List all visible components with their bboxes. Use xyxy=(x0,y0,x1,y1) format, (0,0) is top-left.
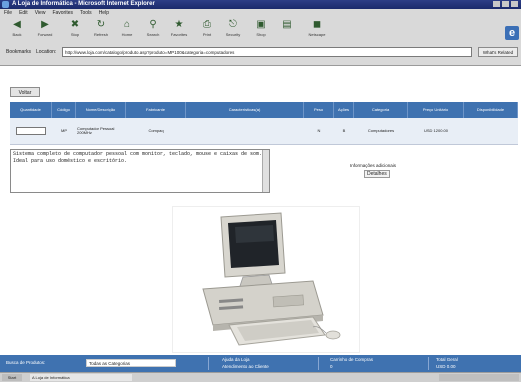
taskbar-window-button[interactable]: A Loja de Informática xyxy=(30,374,132,381)
netscape-icon: ◼ xyxy=(312,19,322,30)
browser-logo-icon: e xyxy=(505,26,519,40)
stop-icon: ✖ xyxy=(70,19,80,30)
search-icon: ⚲ xyxy=(149,19,157,30)
minimize-icon[interactable] xyxy=(493,1,500,7)
menu-file[interactable]: File xyxy=(4,10,12,16)
additional-info-panel: Informações adicionais Detalhes xyxy=(310,149,518,193)
customer-service-link[interactable]: Atendimento ao Cliente xyxy=(222,364,269,369)
back-page-button[interactable]: Voltar xyxy=(10,87,40,97)
specs-cell xyxy=(186,118,304,144)
page-icon: ▤ xyxy=(282,19,292,30)
shop-button[interactable]: ▣ Shop xyxy=(250,18,272,39)
stop-button[interactable]: ✖ Stop xyxy=(64,18,86,39)
forward-arrow-icon: ▶ xyxy=(41,19,49,30)
col-header-name: Nome/Descrição xyxy=(76,102,126,118)
product-description-textarea[interactable]: Sistema completo de computador pessoal c… xyxy=(10,149,270,193)
window-title: A Loja de Informática - Microsoft Intern… xyxy=(12,1,155,7)
back-button[interactable]: ◀ Back xyxy=(6,18,28,39)
netscape-button[interactable]: ◼ Netscape xyxy=(306,18,328,39)
forward-button[interactable]: ▶ Forward xyxy=(34,18,56,39)
window-title-bar: A Loja de Informática - Microsoft Intern… xyxy=(0,0,521,9)
product-table-header: Quantidade Código Nome/Descrição Fabrica… xyxy=(10,102,518,118)
manufacturer-cell: Compaq xyxy=(148,127,164,133)
col-header-specs: Características(a) xyxy=(186,102,304,118)
window-controls xyxy=(493,1,518,7)
search-products-label: Busca de Produtos: xyxy=(6,360,46,365)
browser-toolbar: ◀ Back ▶ Forward ✖ Stop ↻ Refresh ⌂ Home… xyxy=(0,16,521,42)
menu-favorites[interactable]: Favorites xyxy=(52,10,73,16)
security-button[interactable]: ⎋ Security xyxy=(222,18,244,39)
footer-divider xyxy=(318,357,319,370)
page-content: Voltar Quantidade Código Nome/Descrição … xyxy=(0,66,521,355)
desktop-computer-image xyxy=(173,207,359,352)
product-image xyxy=(172,206,360,353)
col-header-manufacturer: Fabricante xyxy=(126,102,186,118)
system-tray xyxy=(439,374,519,381)
ie-logo-icon xyxy=(2,1,9,8)
address-bar: Bookmarks Location: http://www.loja.com/… xyxy=(0,41,521,66)
details-button[interactable]: Detalhes xyxy=(364,170,390,178)
weight-cell: N xyxy=(317,127,321,133)
url-input[interactable]: http://www.loja.com/catalogo/produto.asp… xyxy=(62,47,472,57)
menu-view[interactable]: View xyxy=(35,10,46,16)
menu-bar: File Edit View Favorites Tools Help xyxy=(0,9,521,16)
refresh-button[interactable]: ↻ Refresh xyxy=(90,18,112,39)
action-cell[interactable]: B xyxy=(334,118,354,144)
table-row: MP Computador Pessoal 200MHz Compaq N B … xyxy=(10,118,518,145)
footer-divider xyxy=(428,357,429,370)
refresh-icon: ↻ xyxy=(96,19,106,30)
cart-count: 0 xyxy=(330,364,333,369)
col-header-code: Código xyxy=(52,102,76,118)
category-cell: Computadores xyxy=(367,127,395,133)
footer-divider xyxy=(208,357,209,370)
start-button[interactable]: Start xyxy=(2,374,22,381)
category-select[interactable]: Todas as Categorias xyxy=(86,359,176,367)
maximize-icon[interactable] xyxy=(502,1,509,7)
col-header-actions: Ações xyxy=(334,102,354,118)
total-label: Total Geral xyxy=(436,357,458,362)
search-button[interactable]: ⚲ Search xyxy=(142,18,164,39)
home-button[interactable]: ⌂ Home xyxy=(116,18,138,39)
back-arrow-icon: ◀ xyxy=(13,19,21,30)
shop-footer-bar: Busca de Produtos: Todas as Categorias A… xyxy=(0,355,521,372)
help-link[interactable]: Ajuda da Loja xyxy=(222,357,250,362)
description-scrollbar[interactable] xyxy=(262,150,269,192)
favorites-button[interactable]: ★ Favorites xyxy=(168,18,190,39)
extra-button[interactable]: ▤ xyxy=(276,18,298,39)
security-icon: ⎋ xyxy=(229,19,237,30)
bookmarks-label[interactable]: Bookmarks xyxy=(6,49,31,55)
quantity-input[interactable] xyxy=(16,127,46,135)
name-cell: Computador Pessoal 200MHz xyxy=(77,125,115,135)
cart-label[interactable]: Carrinho de Compras xyxy=(330,357,373,362)
menu-tools[interactable]: Tools xyxy=(80,10,92,16)
col-header-price: Preço Unitário xyxy=(408,102,464,118)
col-header-weight: Peso xyxy=(304,102,334,118)
availability-cell xyxy=(464,118,518,144)
print-icon: ⎙ xyxy=(203,19,211,30)
favorites-icon: ★ xyxy=(174,19,184,30)
description-text: Sistema completo de computador pessoal c… xyxy=(13,151,263,164)
additional-info-caption: Informações adicionais xyxy=(350,163,397,168)
menu-help[interactable]: Help xyxy=(99,10,109,16)
location-label: Location: xyxy=(36,49,57,55)
print-button[interactable]: ⎙ Print xyxy=(196,18,218,39)
menu-edit[interactable]: Edit xyxy=(19,10,28,16)
close-icon[interactable] xyxy=(511,1,518,7)
shop-icon: ▣ xyxy=(256,19,266,30)
col-header-availability: Disponibilidade xyxy=(464,102,518,118)
col-header-quantity: Quantidade xyxy=(10,102,52,118)
price-cell: USD 1200.00 xyxy=(423,127,448,133)
col-header-category: Categoria xyxy=(354,102,408,118)
whats-related-button[interactable]: What's Related xyxy=(478,47,518,57)
code-cell: MP xyxy=(61,127,67,133)
quantity-cell xyxy=(10,118,52,144)
total-value: USD 0.00 xyxy=(436,364,456,369)
home-icon: ⌂ xyxy=(123,19,131,30)
